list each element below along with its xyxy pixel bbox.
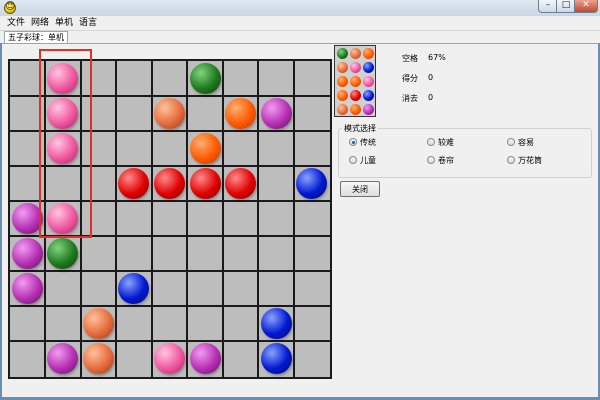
minimize-button[interactable]: – [538, 0, 558, 13]
score-label: 得分 [402, 74, 418, 83]
empty-value: 67% [428, 53, 446, 62]
preview-blue-ball [363, 62, 374, 73]
purple-ball[interactable] [11, 273, 43, 305]
mode-label-easy: 容易 [518, 138, 534, 147]
preview-salmon-ball [337, 104, 348, 115]
salmon-ball[interactable] [82, 343, 114, 375]
preview-orange-ball [337, 90, 348, 101]
menubar: 文件 网络 单机 语言 [0, 16, 600, 31]
preview-pink-ball [363, 76, 374, 87]
mode-radio-kaleidoscope[interactable] [507, 156, 515, 164]
mode-groupbox [338, 128, 592, 178]
salmon-ball[interactable] [82, 308, 114, 340]
mode-radio-scroll[interactable] [427, 156, 435, 164]
mode-label-traditional: 传统 [360, 138, 376, 147]
grid-line-vertical [150, 61, 153, 377]
grid-line-vertical [186, 61, 189, 377]
smiley-app-icon [4, 1, 16, 14]
purple-ball[interactable] [189, 343, 221, 375]
preview-red-ball [350, 90, 361, 101]
preview-purple-ball [363, 104, 374, 115]
preview-orange-ball [350, 76, 361, 87]
close-window-button[interactable]: ✕ [574, 0, 598, 13]
green-ball[interactable] [189, 62, 221, 94]
blue-ball[interactable] [260, 343, 292, 375]
purple-ball[interactable] [11, 238, 43, 270]
preview-pink-ball [350, 62, 361, 73]
grid-line-horizontal [10, 340, 330, 343]
window-titlebar: – □ ✕ [0, 0, 600, 16]
empty-label: 空格 [402, 54, 418, 63]
preview-green-ball [337, 48, 348, 59]
grid-line-vertical [257, 61, 260, 377]
grid-line-vertical [292, 61, 295, 377]
purple-ball[interactable] [260, 97, 292, 129]
next-balls-preview [334, 45, 376, 117]
preview-orange-ball [337, 76, 348, 87]
grid-line-vertical [115, 61, 118, 377]
cleared-value: 0 [428, 93, 434, 102]
mode-label-kids: 儿童 [360, 156, 376, 165]
grid-line-vertical [221, 61, 224, 377]
pink-ball[interactable] [154, 343, 185, 375]
menu-network[interactable]: 网络 [31, 17, 49, 29]
cleared-label: 消去 [402, 94, 418, 103]
tab-strip: 五子彩球：单机 [0, 31, 600, 43]
mode-radio-kids[interactable] [349, 156, 357, 164]
purple-ball[interactable] [47, 343, 79, 375]
grid-line-horizontal [10, 305, 330, 308]
maximize-button[interactable]: □ [556, 0, 576, 13]
mode-legend: 模式选择 [342, 123, 378, 134]
blue-ball[interactable] [118, 273, 150, 305]
red-ball[interactable] [118, 167, 150, 199]
mode-label-kaleidoscope: 万花筒 [518, 156, 542, 165]
score-value: 0 [428, 73, 434, 82]
blue-ball[interactable] [260, 308, 292, 340]
green-ball[interactable] [47, 238, 79, 270]
red-ball[interactable] [225, 167, 257, 199]
selection-highlight [39, 49, 92, 238]
orange-ball[interactable] [225, 97, 257, 129]
menu-language[interactable]: 语言 [79, 17, 97, 29]
preview-orange-ball [363, 48, 374, 59]
preview-blue-ball [363, 90, 374, 101]
mode-label-scroll: 卷帘 [438, 156, 454, 165]
preview-orange-ball [350, 104, 361, 115]
blue-ball[interactable] [296, 167, 328, 199]
mode-radio-hard[interactable] [427, 138, 435, 146]
menu-file[interactable]: 文件 [7, 17, 25, 29]
mode-radio-easy[interactable] [507, 138, 515, 146]
preview-salmon-ball [337, 62, 348, 73]
orange-ball[interactable] [189, 132, 221, 164]
mode-label-hard: 较难 [438, 138, 454, 147]
tab-game[interactable]: 五子彩球：单机 [4, 31, 68, 43]
menu-single-player[interactable]: 单机 [55, 17, 73, 29]
salmon-ball[interactable] [154, 97, 185, 129]
close-button[interactable]: 关闭 [340, 181, 380, 197]
red-ball[interactable] [154, 167, 185, 199]
preview-salmon-ball [350, 48, 361, 59]
red-ball[interactable] [189, 167, 221, 199]
grid-line-horizontal [10, 270, 330, 273]
mode-radio-traditional[interactable] [349, 138, 357, 146]
